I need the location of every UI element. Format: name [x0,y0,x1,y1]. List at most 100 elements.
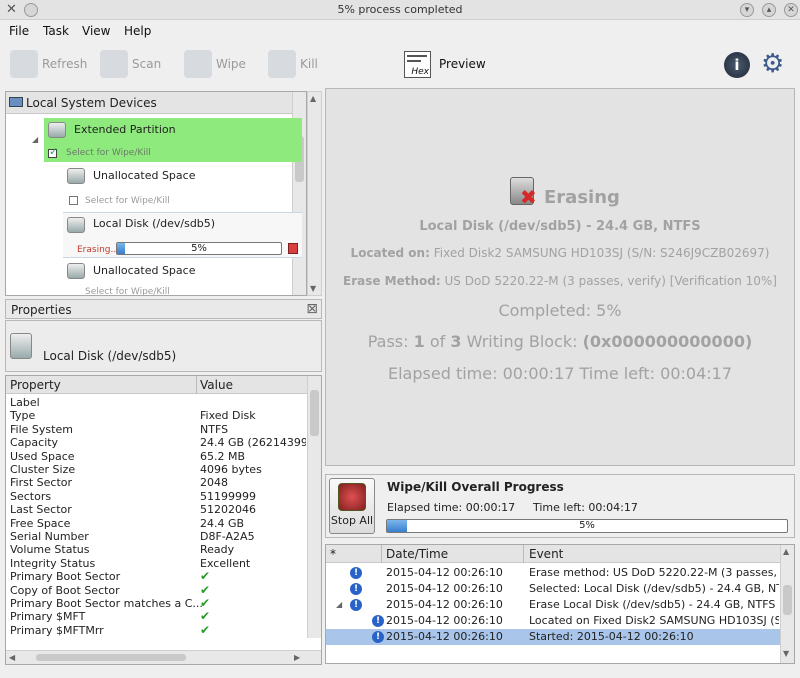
device-tree-outer-scrollbar[interactable]: ▲ ▼ [307,91,322,296]
property-row[interactable]: Sectors 51199999 [6,490,306,503]
refresh-button[interactable]: Refresh [10,48,87,80]
log-row[interactable]: ! 2015-04-12 00:26:10 Erase method: US DoD… [326,565,782,581]
log-event: Started: 2015-04-12 00:26:10 [529,630,694,643]
property-key: First Sector [10,476,73,490]
node-progress-bar: 5% [116,242,282,255]
property-value: 2048 [200,476,228,490]
property-row[interactable]: Primary Boot Sector matches a C... ✔ [6,597,306,610]
property-row[interactable]: First Sector 2048 [6,476,306,489]
log-event: Erase method: US DoD 5220.22-M (3 passes… [529,566,779,579]
property-value: 51202046 [200,503,256,517]
property-key: Volume Status [10,543,90,557]
property-row[interactable]: Volume Status Ready [6,543,306,556]
property-row[interactable]: Cluster Size 4096 bytes [6,463,306,476]
property-value: Excellent [200,556,251,570]
info-circle-icon: ! [372,631,384,643]
property-vscroll[interactable] [307,376,321,638]
device-tree-header[interactable]: Local System Devices [6,92,306,114]
log-event: Located on Fixed Disk2 SAMSUNG HD103SJ (… [529,614,779,627]
checkbox-icon[interactable] [69,196,78,205]
disk-icon [67,217,85,233]
property-row[interactable]: Type Fixed Disk [6,409,306,422]
erasing-title: Erasing [544,187,620,208]
event-log-scrollbar[interactable]: ▲ ▼ [780,545,794,663]
settings-gear-icon[interactable]: ⚙ [761,50,784,78]
property-row[interactable]: File System NTFS [6,423,306,436]
erase-pass-info: Pass: 1 of 3 Writing Block: (0x000000000… [367,332,753,351]
property-value: 4096 bytes [200,463,262,476]
property-value: ✔ [200,610,211,624]
minimize-icon[interactable]: ▾ [740,3,754,17]
property-value: Ready [200,543,235,557]
property-key: Used Space [10,449,75,463]
property-key: Primary Boot Sector matches a C... [10,597,203,610]
property-value: 24.4 GB (262143994 [200,436,306,450]
property-row[interactable]: Integrity Status Excellent [6,557,306,570]
log-date: 2015-04-12 00:26:10 [386,614,503,627]
property-value: ✔ [200,570,211,584]
property-row[interactable]: Primary $MFT ✔ [6,610,306,623]
erase-completed: Completed: 5% [498,301,622,320]
computer-icon [9,97,23,107]
checked-mark-icon: ✓ [49,145,59,158]
property-row[interactable]: Free Space 24.4 GB [6,517,306,530]
property-key: File System [10,422,73,436]
property-row[interactable]: Copy of Boot Sector ✔ [6,584,306,597]
overall-time-left: Time left: 00:04:17 [533,501,638,514]
maximize-icon[interactable]: ▴ [762,3,776,17]
property-row[interactable]: Primary $MFTMrr ✔ [6,624,306,637]
property-value: Fixed Disk [200,409,256,423]
disk-icon [67,263,85,279]
tree-node-unallocated-2[interactable]: Unallocated Space Select for Wipe/Kill [63,259,302,295]
kill-button[interactable]: Kill [268,48,318,80]
scan-button[interactable]: Scan [100,48,161,80]
erase-red-x-icon: ✖ [520,185,537,209]
info-icon[interactable]: i [724,52,750,78]
tree-node-local-disk[interactable]: Local Disk (/dev/sdb5) Erasing... 5% [63,212,302,258]
property-key: Copy of Boot Sector [10,583,120,597]
property-row[interactable]: Used Space 65.2 MB [6,450,306,463]
log-row[interactable]: ! 2015-04-12 00:26:10 Started: 2015-04-12 … [326,629,782,645]
window-title: 5% process completed [337,3,463,16]
log-row[interactable]: ! 2015-04-12 00:26:10 Selected: Local Disk… [326,581,782,597]
event-log-header: * Date/Time Event [326,545,794,563]
property-row[interactable]: Serial Number D8F-A2A5 [6,530,306,543]
property-value: 24.4 GB [200,516,245,530]
menu-task[interactable]: Task [43,24,69,38]
log-date: 2015-04-12 00:26:10 [386,630,503,643]
property-row[interactable]: Primary Boot Sector ✔ [6,570,306,583]
property-key: Serial Number [10,530,89,543]
overall-title: Wipe/Kill Overall Progress [387,480,564,494]
menu-view[interactable]: View [82,24,110,38]
property-key: Label [10,396,40,409]
property-value: D8F-A2A5 [200,530,255,543]
property-key: Last Sector [10,503,72,517]
overall-progress-bar: 5% [386,519,788,533]
erase-elapsed: Elapsed time: 00:00:17 Time left: 00:04:… [388,364,732,383]
property-hscroll[interactable]: ◀ ▶ [6,650,321,664]
kill-icon [268,50,296,78]
preview-button[interactable]: Hex Preview [404,48,486,80]
collapse-arrow-icon[interactable]: ◢ [336,597,342,613]
overall-elapsed: Elapsed time: 00:00:17 [387,501,516,514]
tree-node-extended-partition[interactable]: Extended Partition ✓ Select for Wipe/Kil… [44,118,302,162]
wipe-button[interactable]: Wipe [184,48,246,80]
log-row[interactable]: ! 2015-04-12 00:26:10 Located on Fixed Dis… [326,613,782,629]
close-panel-icon[interactable]: ⊠ [306,301,318,317]
property-row[interactable]: Label [6,396,306,409]
property-row[interactable]: Capacity 24.4 GB (262143994 [6,436,306,449]
menu-help[interactable]: Help [124,24,151,38]
log-event: Selected: Local Disk (/dev/sdb5) - 24.4 … [529,582,779,595]
tree-node-unallocated-1[interactable]: Unallocated Space Select for Wipe/Kill [63,164,302,210]
close-icon[interactable]: ✕ [784,3,798,17]
disk-icon [67,168,85,184]
log-row[interactable]: ◢! 2015-04-12 00:26:10 Erase Local Disk (/… [326,597,782,613]
log-event: Erase Local Disk (/dev/sdb5) - 24.4 GB, … [529,598,776,611]
property-row[interactable]: Last Sector 51202046 [6,503,306,516]
stop-icon[interactable] [288,243,298,254]
properties-disk-summary: Local Disk (/dev/sdb5) [5,320,322,372]
stop-all-button[interactable]: Stop All [329,478,375,534]
property-value: ✔ [200,623,211,637]
menu-file[interactable]: File [9,24,29,38]
collapse-arrow-icon[interactable]: ◢ [32,135,38,144]
